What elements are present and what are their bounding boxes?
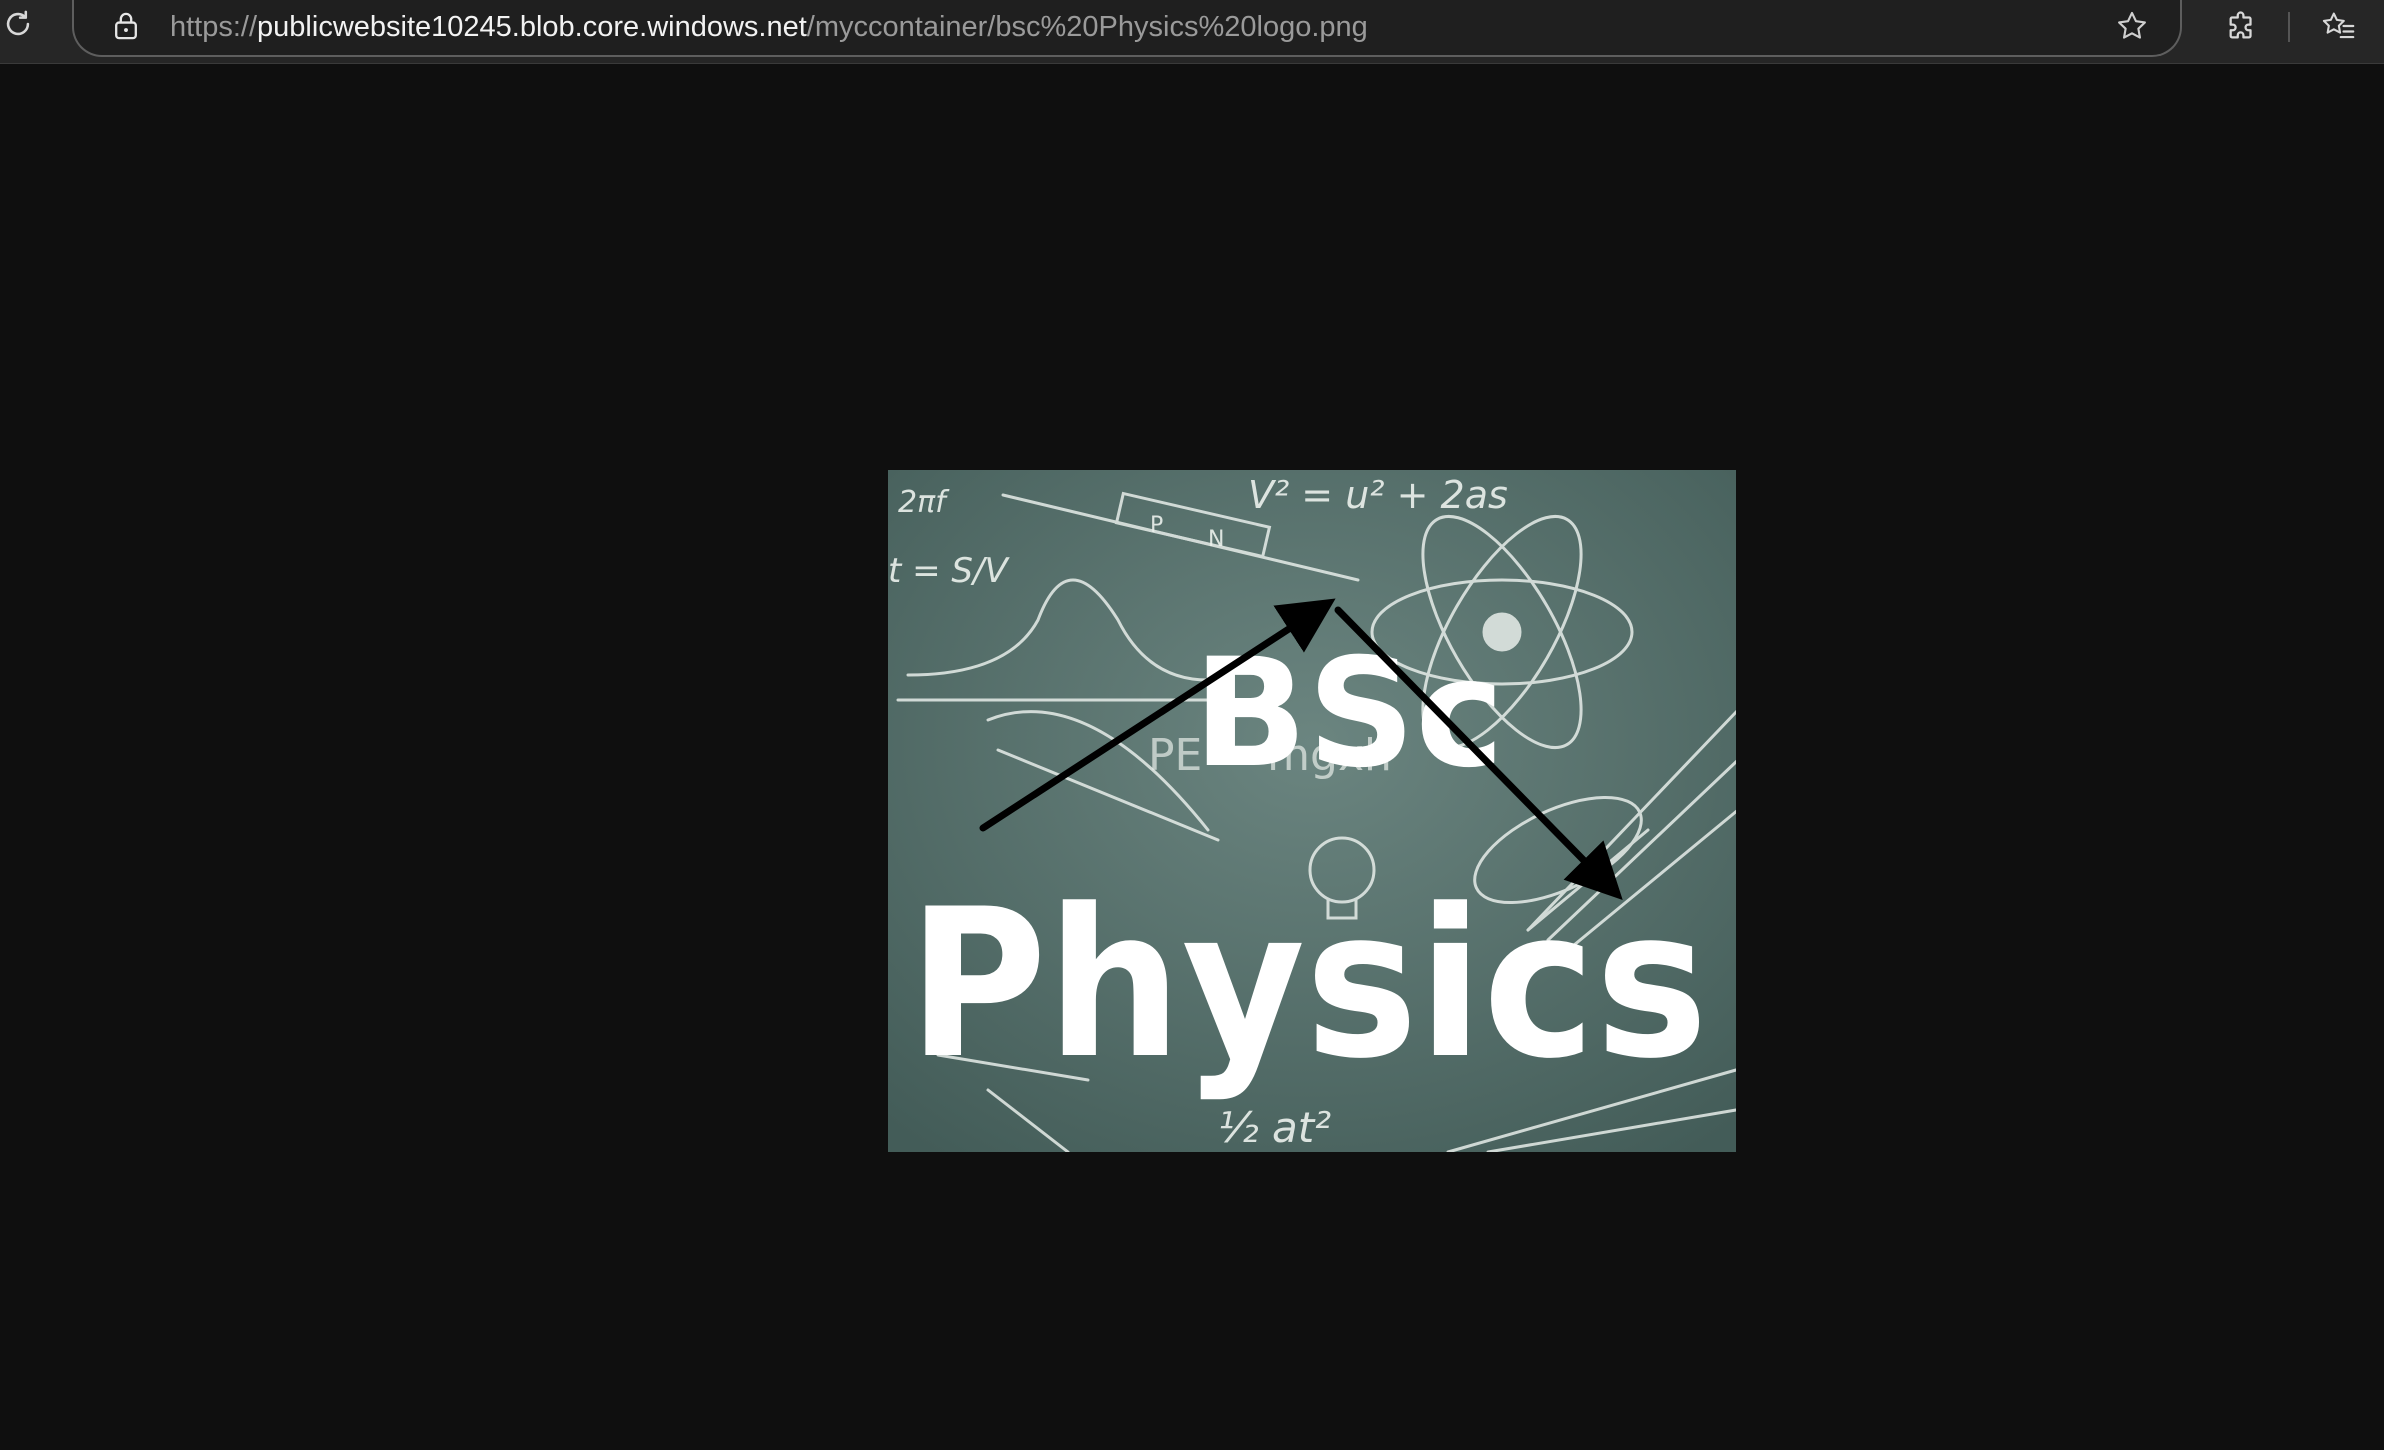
- lock-icon[interactable]: [108, 8, 144, 44]
- url-scheme: https://: [170, 11, 258, 43]
- reload-icon: [1, 7, 35, 46]
- formula-bottom: ½ at²: [1218, 1103, 1331, 1152]
- formula-left-2: t = S/V: [888, 551, 1010, 591]
- bsc-physics-logo-image: V² = u² + 2as 2πf t = S/V PE = mgxh ½ at…: [888, 470, 1736, 1152]
- diode-p-label: P: [1150, 513, 1163, 538]
- diode-n-label: N: [1208, 527, 1224, 552]
- extensions-button[interactable]: [2218, 4, 2266, 52]
- logo-text-bsc: BSc: [1193, 627, 1504, 801]
- url-text[interactable]: https://publicwebsite10245.blob.core.win…: [170, 10, 1368, 44]
- url-host: publicwebsite10245.blob.core.windows.net: [257, 11, 807, 43]
- url-path: /myccontainer/bsc%20Physics%20logo.png: [806, 11, 1368, 43]
- reload-button[interactable]: [0, 6, 36, 46]
- toolbar-divider: [2288, 12, 2290, 42]
- favorites-star-list-icon: [2320, 9, 2356, 48]
- formula-left-1: 2πf: [898, 485, 950, 520]
- puzzle-icon: [2225, 9, 2259, 48]
- logo-text-physics: Physics: [908, 866, 1708, 1104]
- formula-top: V² = u² + 2as: [1248, 473, 1508, 517]
- favorites-button[interactable]: [2314, 4, 2362, 52]
- browser-toolbar: https://publicwebsite10245.blob.core.win…: [0, 0, 2384, 64]
- image-viewer: V² = u² + 2as 2πf t = S/V PE = mgxh ½ at…: [888, 470, 1736, 1152]
- address-bar[interactable]: https://publicwebsite10245.blob.core.win…: [72, 0, 2182, 57]
- star-icon: [2115, 9, 2149, 48]
- add-favorite-button[interactable]: [2110, 6, 2154, 50]
